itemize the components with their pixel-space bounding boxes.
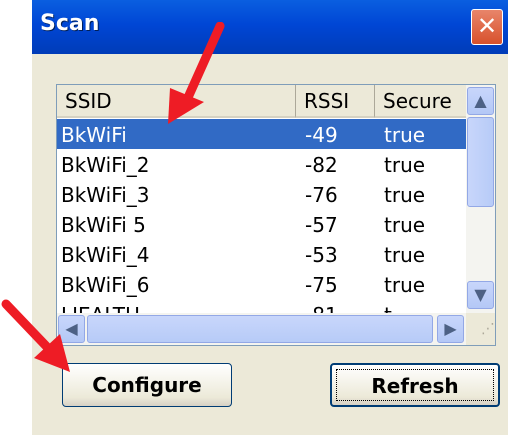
- cell-rssi: -81: [305, 303, 338, 313]
- annotation-arrow-configure: [1, 299, 70, 372]
- list-item[interactable]: BkWiFi_2 -82 true: [57, 149, 466, 179]
- column-header-secure[interactable]: Secure: [375, 85, 466, 118]
- cell-rssi: -49: [305, 123, 338, 147]
- annotation-arrow-list: [168, 22, 225, 124]
- horizontal-scroll-thumb[interactable]: [87, 315, 433, 343]
- list-item[interactable]: BkWiFi 5 -57 true: [57, 209, 466, 239]
- chevron-right-icon: ▶: [444, 319, 457, 338]
- chevron-up-icon: ▲: [474, 91, 487, 110]
- cell-rssi: -53: [305, 243, 338, 267]
- cell-secure: t: [384, 303, 392, 313]
- scroll-up-button[interactable]: ▲: [467, 87, 494, 115]
- cell-secure: true: [384, 273, 426, 297]
- cell-secure: true: [384, 183, 426, 207]
- configure-button-label: Configure: [92, 373, 202, 397]
- list-item[interactable]: BkWiFi_6 -75 true: [57, 269, 466, 299]
- refresh-button-label: Refresh: [371, 374, 459, 398]
- list-item[interactable]: BkWiFi_3 -76 true: [57, 179, 466, 209]
- cell-ssid: BkWiFi_3: [61, 183, 150, 207]
- scroll-down-button[interactable]: ▼: [467, 281, 494, 309]
- refresh-button[interactable]: Refresh: [330, 363, 500, 407]
- close-button[interactable]: ✕: [471, 9, 503, 45]
- cell-rssi: -57: [305, 213, 338, 237]
- window-title: Scan: [40, 11, 100, 36]
- cell-secure: true: [384, 243, 426, 267]
- cell-secure: true: [384, 123, 426, 147]
- list-rows: BkWiFi -49 true BkWiFi_2 -82 true BkWiFi_3 -76 t…: [57, 119, 466, 313]
- list-item[interactable]: BkWiFi_4 -53 true: [57, 239, 466, 269]
- list-item[interactable]: LIEALTH-81t: [57, 299, 466, 313]
- title-bar[interactable]: Scan ✕: [32, 0, 508, 54]
- cell-ssid: BkWiFi: [61, 123, 127, 147]
- cell-secure: true: [384, 153, 426, 177]
- horizontal-scrollbar[interactable]: ◀ ▶: [57, 313, 466, 345]
- column-header-rssi[interactable]: RSSI: [296, 85, 375, 118]
- vertical-scrollbar[interactable]: ▲ ▼: [466, 85, 495, 313]
- resize-grip[interactable]: ⋰: [466, 313, 495, 345]
- scan-dialog: Scan ✕ SSID RSSI Secure BkWiFi -49 true BkW…: [32, 0, 508, 435]
- cell-ssid: BkWiFi_2: [61, 153, 150, 177]
- cell-rssi: -76: [305, 183, 338, 207]
- cell-rssi: -75: [305, 273, 338, 297]
- list-header: SSID RSSI Secure: [57, 85, 466, 119]
- cell-ssid: BkWiFi 5: [61, 213, 146, 237]
- scroll-right-button[interactable]: ▶: [437, 315, 464, 343]
- cell-ssid: BkWiFi_4: [61, 243, 150, 267]
- list-item[interactable]: BkWiFi -49 true: [57, 119, 466, 149]
- vertical-scroll-thumb[interactable]: [467, 117, 494, 207]
- chevron-down-icon: ▼: [474, 285, 487, 304]
- grip-icon: ⋰: [481, 321, 495, 337]
- cell-secure: true: [384, 213, 426, 237]
- configure-button[interactable]: Configure: [62, 363, 232, 407]
- close-icon: ✕: [476, 12, 498, 40]
- cell-rssi: -82: [305, 153, 338, 177]
- network-list[interactable]: SSID RSSI Secure BkWiFi -49 true BkWiFi_2 -8…: [56, 84, 496, 346]
- cell-ssid: BkWiFi_6: [61, 273, 150, 297]
